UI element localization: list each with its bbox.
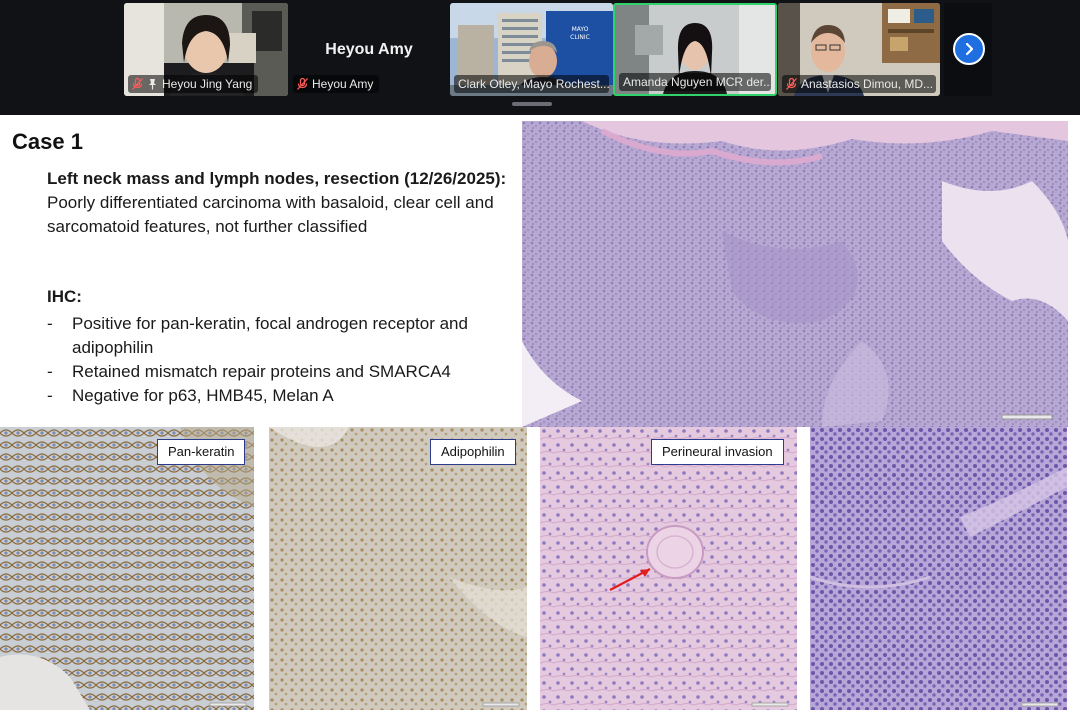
participant-tile-anastasios-dimou[interactable]: Anastasios Dimou, MD... xyxy=(778,3,940,96)
participant-tile-heyou-amy[interactable]: Heyou Amy Heyou Amy xyxy=(289,3,449,96)
participant-display-name: Heyou Amy xyxy=(325,41,413,58)
svg-text:MAYO: MAYO xyxy=(572,26,589,33)
participant-name: Amanda Nguyen MCR der... xyxy=(623,75,771,89)
ihc-heading: IHC: xyxy=(47,287,82,306)
image-label-adipophilin: Adipophilin xyxy=(430,439,516,465)
ihc-item: Retained mismatch repair proteins and SM… xyxy=(47,360,517,384)
basaloid-histology-image xyxy=(810,427,1067,710)
histology-low-power-image xyxy=(522,121,1068,427)
participant-name-label: Anastasios Dimou, MD... xyxy=(782,75,936,93)
mic-muted-icon xyxy=(786,78,797,90)
mic-muted-icon xyxy=(132,78,143,90)
participant-tile-clark-otley[interactable]: MAYO CLINIC Clark Otley, Mayo Rochest... xyxy=(450,3,613,96)
participant-tile-heyou-jing-yang[interactable]: Heyou Jing Yang xyxy=(124,3,288,96)
pin-icon[interactable] xyxy=(147,78,158,90)
svg-text:CLINIC: CLINIC xyxy=(570,34,590,41)
participant-name-label: Heyou Amy xyxy=(293,75,380,93)
participant-strip: Heyou Jing Yang Heyou Amy Heyou Amy MAYO… xyxy=(0,0,1080,115)
ihc-list: Positive for pan-keratin, focal androgen… xyxy=(47,312,517,408)
participant-name-label: Clark Otley, Mayo Rochest... xyxy=(454,75,609,93)
participant-name: Heyou Jing Yang xyxy=(162,77,253,91)
mic-muted-icon xyxy=(297,78,308,90)
participant-name: Anastasios Dimou, MD... xyxy=(801,77,934,91)
adipophilin-image: Adipophilin xyxy=(269,427,527,710)
participant-name: Clark Otley, Mayo Rochest... xyxy=(458,77,609,91)
participant-tile-amanda-nguyen[interactable]: Amanda Nguyen MCR der... xyxy=(613,3,777,96)
image-label-perineural-invasion: Perineural invasion xyxy=(651,439,784,465)
ihc-item: Negative for p63, HMB45, Melan A xyxy=(47,384,517,408)
pan-keratin-image: Pan-keratin xyxy=(0,427,254,710)
participant-name: Heyou Amy xyxy=(312,77,374,91)
case-description: Left neck mass and lymph nodes, resectio… xyxy=(47,167,512,239)
ihc-item: Positive for pan-keratin, focal androgen… xyxy=(47,312,517,360)
shared-slide: Case 1 Left neck mass and lymph nodes, r… xyxy=(0,115,1080,713)
participant-name-label: Heyou Jing Yang xyxy=(128,75,259,93)
next-participants-button[interactable] xyxy=(953,33,985,65)
meeting-window: Heyou Jing Yang Heyou Amy Heyou Amy MAYO… xyxy=(0,0,1080,713)
participant-name-label: Amanda Nguyen MCR der... xyxy=(619,73,771,91)
strip-drag-handle[interactable] xyxy=(512,102,552,106)
slide-title: Case 1 xyxy=(12,129,83,154)
chevron-right-icon xyxy=(965,42,974,56)
image-label-pan-keratin: Pan-keratin xyxy=(157,439,246,465)
perineural-invasion-image: Perineural invasion xyxy=(540,427,797,710)
case-heading: Left neck mass and lymph nodes, resectio… xyxy=(47,169,507,188)
case-text: Poorly differentiated carcinoma with bas… xyxy=(47,193,494,236)
